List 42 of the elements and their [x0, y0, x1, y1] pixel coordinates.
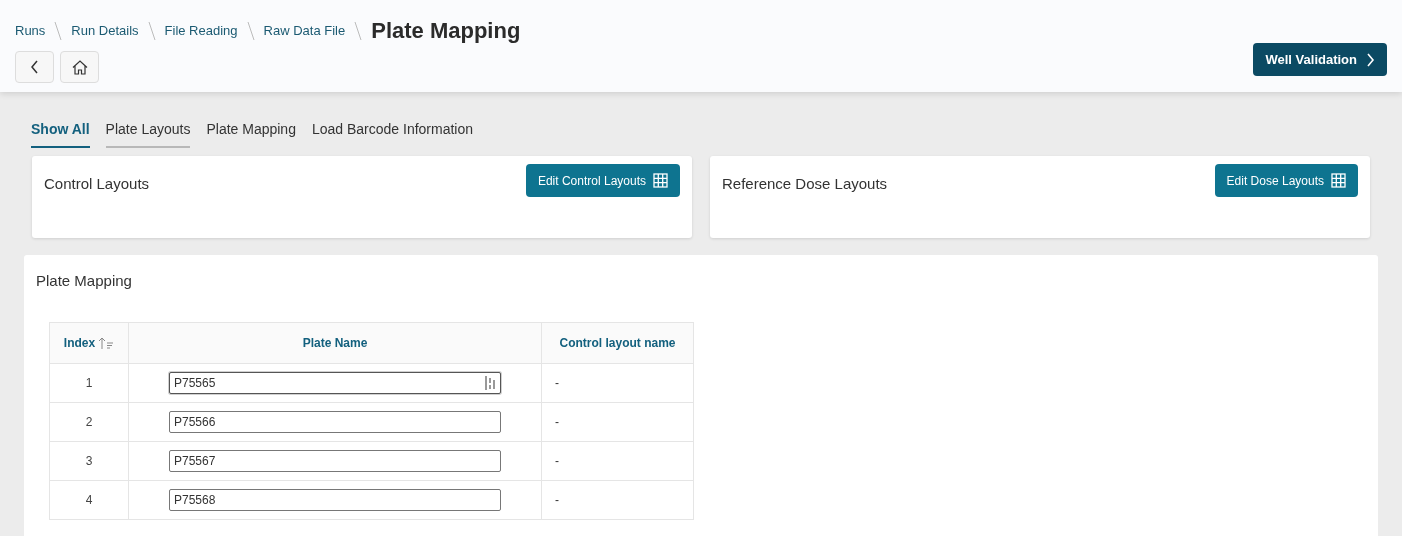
control-layout-cell: - — [555, 492, 559, 507]
index-cell: 1 — [49, 363, 129, 402]
bars-icon — [485, 375, 497, 390]
grid-icon — [653, 173, 668, 188]
plate-name-field[interactable]: P75567 — [169, 449, 501, 472]
control-layout-cell: - — [555, 375, 559, 390]
breadcrumb-separator-icon — [354, 20, 363, 41]
column-header[interactable]: Plate Name — [128, 322, 542, 363]
column-header[interactable]: Control layout name — [541, 322, 694, 363]
tab[interactable]: Plate Mapping — [206, 119, 296, 148]
card-title: Reference Dose Layouts — [722, 174, 888, 194]
breadcrumb-separator-icon — [246, 20, 255, 41]
plate-name-field[interactable]: P75566 — [169, 410, 501, 433]
tab[interactable]: Plate Layouts — [105, 119, 191, 148]
grid-icon — [1331, 173, 1346, 188]
breadcrumb-separator-icon — [54, 20, 63, 41]
control-layout-cell: - — [555, 414, 559, 429]
plate-name-field[interactable]: P75565 — [169, 371, 501, 394]
control-layout-cell: - — [555, 453, 559, 468]
card-title: Control Layouts — [44, 174, 150, 194]
home-button[interactable] — [60, 51, 99, 83]
tab[interactable]: Show All — [31, 119, 90, 148]
well-validation-button[interactable]: Well Validation — [1253, 43, 1387, 76]
breadcrumb-link[interactable]: Raw Data File — [263, 20, 346, 41]
index-cell: 4 — [49, 480, 129, 519]
breadcrumb-link[interactable]: File Reading — [164, 20, 238, 41]
plate-name-field[interactable]: P75568 — [169, 488, 501, 511]
edit-layouts-button[interactable]: Edit Dose Layouts — [1214, 164, 1358, 197]
home-icon — [71, 59, 88, 75]
chevron-left-icon — [30, 60, 39, 74]
breadcrumb-link[interactable]: Runs — [15, 20, 46, 41]
edit-layouts-button[interactable]: Edit Control Layouts — [525, 164, 680, 197]
breadcrumb-link[interactable]: Run Details — [71, 20, 139, 41]
column-header[interactable]: Index — [49, 322, 129, 363]
sort-icon — [98, 336, 115, 349]
breadcrumb-separator-icon — [147, 20, 156, 41]
index-cell: 3 — [49, 441, 129, 480]
chevron-right-icon — [1367, 52, 1375, 67]
index-cell: 2 — [49, 402, 129, 441]
panel-title: Plate Mapping — [36, 271, 133, 291]
page-title: Plate Mapping — [371, 17, 521, 45]
tab[interactable]: Load Barcode Information — [311, 119, 474, 148]
